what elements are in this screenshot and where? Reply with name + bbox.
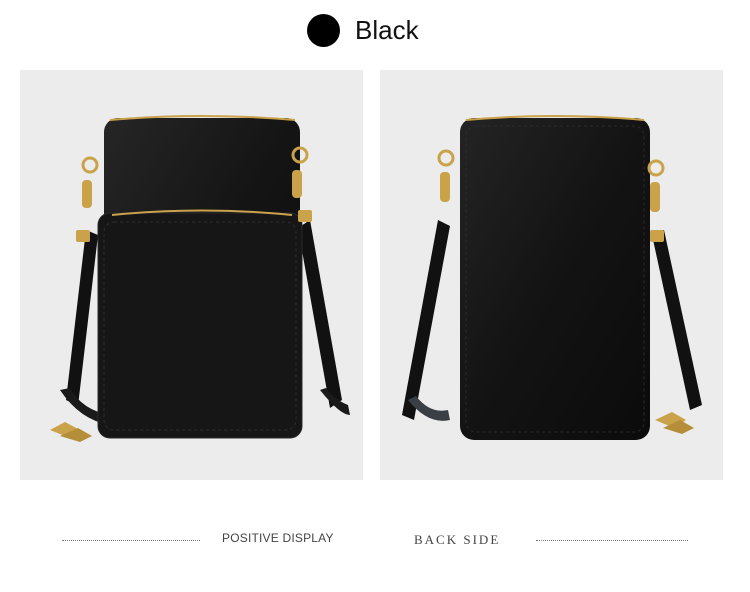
- strap-left: [402, 220, 450, 420]
- strap-right: [298, 220, 342, 408]
- strap-right: [652, 230, 702, 410]
- color-swatch[interactable]: [307, 14, 340, 47]
- product-photo-front: [20, 70, 363, 480]
- product-photo-back: [380, 70, 723, 480]
- strap-left: [66, 230, 98, 406]
- caption-divider-right: [536, 540, 688, 541]
- color-swatch-row: Black: [0, 0, 750, 62]
- bag-back-illustration: [402, 115, 702, 440]
- caption-divider-left: [62, 540, 200, 541]
- caption-back-side: BACK SIDE: [414, 532, 501, 547]
- bag-body: [460, 118, 650, 440]
- bag-front-illustration: [50, 115, 350, 442]
- caption-positive-display: POSITIVE DISPLAY: [222, 531, 334, 545]
- color-name: Black: [355, 15, 419, 45]
